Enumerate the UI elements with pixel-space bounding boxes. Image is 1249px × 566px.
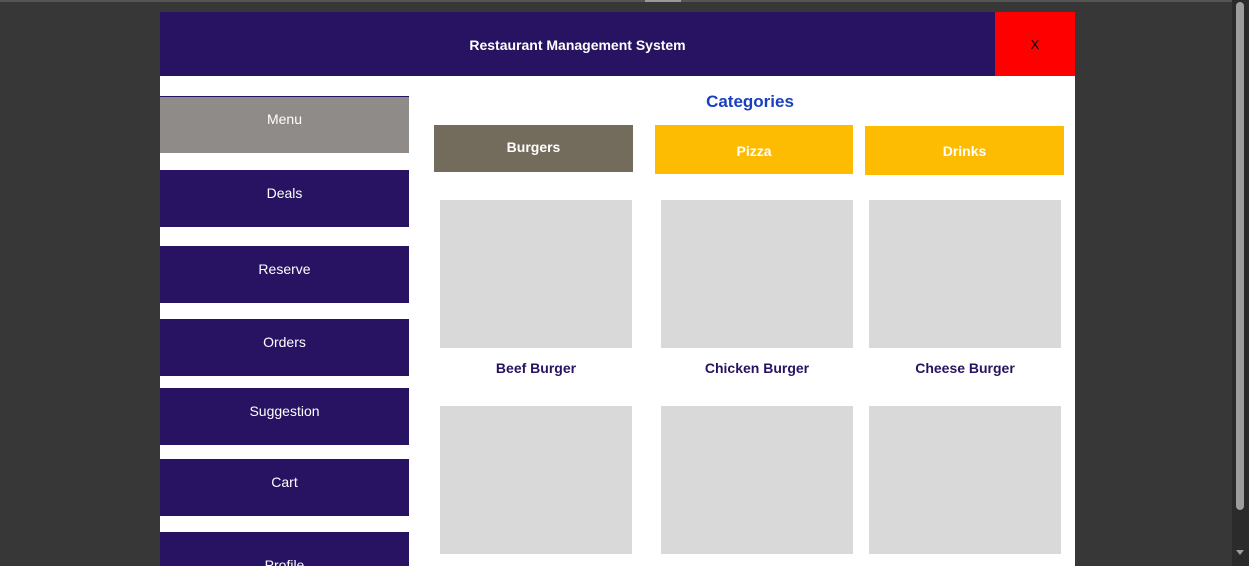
title-bar: Restaurant Management System X (160, 12, 1075, 76)
sidebar-item-label: Cart (271, 474, 298, 490)
menu-item-card[interactable] (440, 406, 632, 566)
item-image-placeholder (869, 406, 1061, 554)
category-burgers-button[interactable]: Burgers (434, 125, 633, 172)
top-edge-strip (0, 0, 1232, 2)
menu-item-card[interactable]: Chicken Burger (661, 200, 853, 376)
item-image-placeholder (661, 200, 853, 348)
sidebar-item-label: Reserve (258, 261, 311, 277)
item-image-placeholder (440, 200, 632, 348)
sidebar-item-label: Profile (264, 557, 305, 566)
sidebar-item-profile[interactable]: Profile (160, 532, 409, 566)
sidebar-item-deals[interactable]: Deals (160, 170, 409, 227)
category-drinks-button[interactable]: Drinks (865, 126, 1064, 175)
sidebar-item-suggestion[interactable]: Suggestion (160, 388, 409, 445)
item-name: Chicken Burger (704, 360, 810, 376)
sidebar-item-menu[interactable]: Menu (160, 96, 409, 153)
top-edge-mark (645, 0, 681, 2)
sidebar-item-orders[interactable]: Orders (160, 319, 409, 376)
item-image-placeholder (869, 200, 1061, 348)
sidebar-item-label: Menu (266, 111, 303, 127)
sidebar-item-label: Orders (263, 334, 306, 350)
menu-item-card[interactable] (661, 406, 853, 566)
chevron-down-icon[interactable] (1236, 550, 1244, 555)
menu-item-card[interactable] (869, 406, 1061, 566)
menu-item-card[interactable]: Cheese Burger (869, 200, 1061, 376)
categories-heading: Categories (706, 92, 794, 111)
sidebar-item-label: Suggestion (249, 403, 320, 419)
item-image-placeholder (661, 406, 853, 554)
app-title: Restaurant Management System (469, 37, 686, 53)
scrollbar-thumb[interactable] (1236, 2, 1244, 510)
category-pizza-button[interactable]: Pizza (655, 125, 853, 174)
close-button[interactable]: X (995, 12, 1075, 76)
item-name: Beef Burger (495, 360, 577, 376)
item-name: Cheese Burger (915, 360, 1015, 376)
item-image-placeholder (440, 406, 632, 554)
page-scrollbar[interactable] (1232, 0, 1249, 566)
app-window: Restaurant Management System X Menu Deal… (160, 12, 1075, 566)
sidebar-item-cart[interactable]: Cart (160, 459, 409, 516)
sidebar-item-reserve[interactable]: Reserve (160, 246, 409, 303)
sidebar-item-label: Deals (266, 185, 303, 201)
menu-item-card[interactable]: Beef Burger (440, 200, 632, 376)
